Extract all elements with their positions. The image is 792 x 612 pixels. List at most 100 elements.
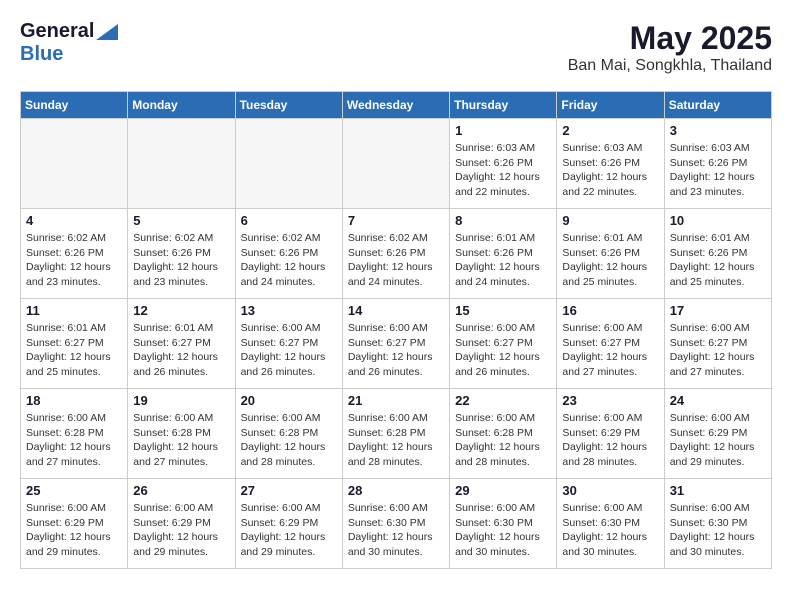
day-info: Sunrise: 6:00 AM Sunset: 6:29 PM Dayligh… — [670, 411, 766, 470]
calendar-day-cell — [128, 119, 235, 209]
day-number: 21 — [348, 393, 444, 408]
calendar-day-cell: 8 Sunrise: 6:01 AM Sunset: 6:26 PM Daylig… — [450, 209, 557, 299]
day-number: 16 — [562, 303, 658, 318]
day-number: 30 — [562, 483, 658, 498]
day-info: Sunrise: 6:00 AM Sunset: 6:27 PM Dayligh… — [241, 321, 337, 380]
weekday-header: Tuesday — [235, 92, 342, 119]
calendar-day-cell: 26 Sunrise: 6:00 AM Sunset: 6:29 PM Dayli… — [128, 479, 235, 569]
calendar-day-cell: 10 Sunrise: 6:01 AM Sunset: 6:26 PM Dayli… — [664, 209, 771, 299]
logo-blue: Blue — [20, 43, 63, 65]
calendar-day-cell: 2 Sunrise: 6:03 AM Sunset: 6:26 PM Daylig… — [557, 119, 664, 209]
calendar-day-cell: 31Sunrise: 6:00 AM Sunset: 6:30 PM Dayli… — [664, 479, 771, 569]
calendar-day-cell: 17Sunrise: 6:00 AM Sunset: 6:27 PM Dayli… — [664, 299, 771, 389]
day-number: 9 — [562, 213, 658, 228]
day-info: Sunrise: 6:00 AM Sunset: 6:30 PM Dayligh… — [562, 501, 658, 560]
weekday-header: Wednesday — [342, 92, 449, 119]
day-number: 12 — [133, 303, 229, 318]
day-info: Sunrise: 6:00 AM Sunset: 6:29 PM Dayligh… — [26, 501, 122, 560]
day-info: Sunrise: 6:01 AM Sunset: 6:27 PM Dayligh… — [26, 321, 122, 380]
day-number: 10 — [670, 213, 766, 228]
calendar-week-row: 18 Sunrise: 6:00 AM Sunset: 6:28 PM Dayli… — [21, 389, 772, 479]
calendar-day-cell: 1 Sunrise: 6:03 AM Sunset: 6:26 PM Daylig… — [450, 119, 557, 209]
day-number: 22 — [455, 393, 551, 408]
day-info: Sunrise: 6:03 AM Sunset: 6:26 PM Dayligh… — [455, 141, 551, 200]
day-info: Sunrise: 6:00 AM Sunset: 6:28 PM Dayligh… — [241, 411, 337, 470]
calendar-week-row: 1 Sunrise: 6:03 AM Sunset: 6:26 PM Daylig… — [21, 119, 772, 209]
day-info: Sunrise: 6:03 AM Sunset: 6:26 PM Dayligh… — [670, 141, 766, 200]
calendar-day-cell: 21 Sunrise: 6:00 AM Sunset: 6:28 PM Dayli… — [342, 389, 449, 479]
day-number: 29 — [455, 483, 551, 498]
day-number: 5 — [133, 213, 229, 228]
day-number: 6 — [241, 213, 337, 228]
day-info: Sunrise: 6:00 AM Sunset: 6:27 PM Dayligh… — [455, 321, 551, 380]
day-number: 8 — [455, 213, 551, 228]
calendar-day-cell: 11 Sunrise: 6:01 AM Sunset: 6:27 PM Dayli… — [21, 299, 128, 389]
day-number: 25 — [26, 483, 122, 498]
calendar-day-cell: 4Sunrise: 6:02 AM Sunset: 6:26 PM Daylig… — [21, 209, 128, 299]
day-number: 2 — [562, 123, 658, 138]
calendar-day-cell: 3 Sunrise: 6:03 AM Sunset: 6:26 PM Daylig… — [664, 119, 771, 209]
day-number: 1 — [455, 123, 551, 138]
logo: General Blue — [20, 20, 118, 66]
calendar-day-cell: 25 Sunrise: 6:00 AM Sunset: 6:29 PM Dayli… — [21, 479, 128, 569]
calendar-day-cell: 24 Sunrise: 6:00 AM Sunset: 6:29 PM Dayli… — [664, 389, 771, 479]
day-info: Sunrise: 6:00 AM Sunset: 6:30 PM Dayligh… — [348, 501, 444, 560]
day-number: 18 — [26, 393, 122, 408]
calendar-day-cell — [235, 119, 342, 209]
day-info: Sunrise: 6:03 AM Sunset: 6:26 PM Dayligh… — [562, 141, 658, 200]
calendar-week-row: 4Sunrise: 6:02 AM Sunset: 6:26 PM Daylig… — [21, 209, 772, 299]
day-info: Sunrise: 6:00 AM Sunset: 6:27 PM Dayligh… — [562, 321, 658, 380]
calendar-day-cell: 14 Sunrise: 6:00 AM Sunset: 6:27 PM Dayli… — [342, 299, 449, 389]
calendar-week-row: 11 Sunrise: 6:01 AM Sunset: 6:27 PM Dayli… — [21, 299, 772, 389]
day-number: 23 — [562, 393, 658, 408]
weekday-header: Saturday — [664, 92, 771, 119]
calendar-day-cell: 22Sunrise: 6:00 AM Sunset: 6:28 PM Dayli… — [450, 389, 557, 479]
day-info: Sunrise: 6:00 AM Sunset: 6:28 PM Dayligh… — [348, 411, 444, 470]
calendar-day-cell — [21, 119, 128, 209]
day-number: 28 — [348, 483, 444, 498]
calendar-day-cell: 13 Sunrise: 6:00 AM Sunset: 6:27 PM Dayli… — [235, 299, 342, 389]
day-number: 19 — [133, 393, 229, 408]
day-info: Sunrise: 6:02 AM Sunset: 6:26 PM Dayligh… — [241, 231, 337, 290]
day-info: Sunrise: 6:00 AM Sunset: 6:29 PM Dayligh… — [562, 411, 658, 470]
day-number: 20 — [241, 393, 337, 408]
logo-icon — [96, 24, 118, 40]
day-number: 14 — [348, 303, 444, 318]
calendar-day-cell: 18 Sunrise: 6:00 AM Sunset: 6:28 PM Dayli… — [21, 389, 128, 479]
day-number: 11 — [26, 303, 122, 318]
day-info: Sunrise: 6:01 AM Sunset: 6:26 PM Dayligh… — [455, 231, 551, 290]
calendar-day-cell: 29 Sunrise: 6:00 AM Sunset: 6:30 PM Dayli… — [450, 479, 557, 569]
calendar-day-cell: 15 Sunrise: 6:00 AM Sunset: 6:27 PM Dayli… — [450, 299, 557, 389]
day-info: Sunrise: 6:00 AM Sunset: 6:30 PM Dayligh… — [670, 501, 766, 560]
weekday-header: Friday — [557, 92, 664, 119]
day-number: 26 — [133, 483, 229, 498]
calendar-day-cell — [342, 119, 449, 209]
month-year-title: May 2025 — [568, 20, 772, 57]
day-info: Sunrise: 6:00 AM Sunset: 6:27 PM Dayligh… — [348, 321, 444, 380]
calendar-day-cell: 5 Sunrise: 6:02 AM Sunset: 6:26 PM Daylig… — [128, 209, 235, 299]
day-number: 15 — [455, 303, 551, 318]
day-number: 7 — [348, 213, 444, 228]
calendar-day-cell: 9Sunrise: 6:01 AM Sunset: 6:26 PM Daylig… — [557, 209, 664, 299]
day-number: 17 — [670, 303, 766, 318]
day-info: Sunrise: 6:01 AM Sunset: 6:27 PM Dayligh… — [133, 321, 229, 380]
calendar-day-cell: 16 Sunrise: 6:00 AM Sunset: 6:27 PM Dayli… — [557, 299, 664, 389]
day-info: Sunrise: 6:00 AM Sunset: 6:30 PM Dayligh… — [455, 501, 551, 560]
day-info: Sunrise: 6:00 AM Sunset: 6:28 PM Dayligh… — [133, 411, 229, 470]
day-number: 13 — [241, 303, 337, 318]
calendar-day-cell: 27 Sunrise: 6:00 AM Sunset: 6:29 PM Dayli… — [235, 479, 342, 569]
day-number: 3 — [670, 123, 766, 138]
day-number: 27 — [241, 483, 337, 498]
day-info: Sunrise: 6:00 AM Sunset: 6:28 PM Dayligh… — [26, 411, 122, 470]
day-info: Sunrise: 6:00 AM Sunset: 6:29 PM Dayligh… — [241, 501, 337, 560]
day-info: Sunrise: 6:02 AM Sunset: 6:26 PM Dayligh… — [26, 231, 122, 290]
weekday-header: Monday — [128, 92, 235, 119]
day-info: Sunrise: 6:01 AM Sunset: 6:26 PM Dayligh… — [670, 231, 766, 290]
calendar-day-cell: 12 Sunrise: 6:01 AM Sunset: 6:27 PM Dayli… — [128, 299, 235, 389]
day-number: 24 — [670, 393, 766, 408]
weekday-header: Thursday — [450, 92, 557, 119]
day-info: Sunrise: 6:02 AM Sunset: 6:26 PM Dayligh… — [133, 231, 229, 290]
location-subtitle: Ban Mai, Songkhla, Thailand — [568, 57, 772, 75]
day-info: Sunrise: 6:00 AM Sunset: 6:29 PM Dayligh… — [133, 501, 229, 560]
calendar-day-cell: 20 Sunrise: 6:00 AM Sunset: 6:28 PM Dayli… — [235, 389, 342, 479]
